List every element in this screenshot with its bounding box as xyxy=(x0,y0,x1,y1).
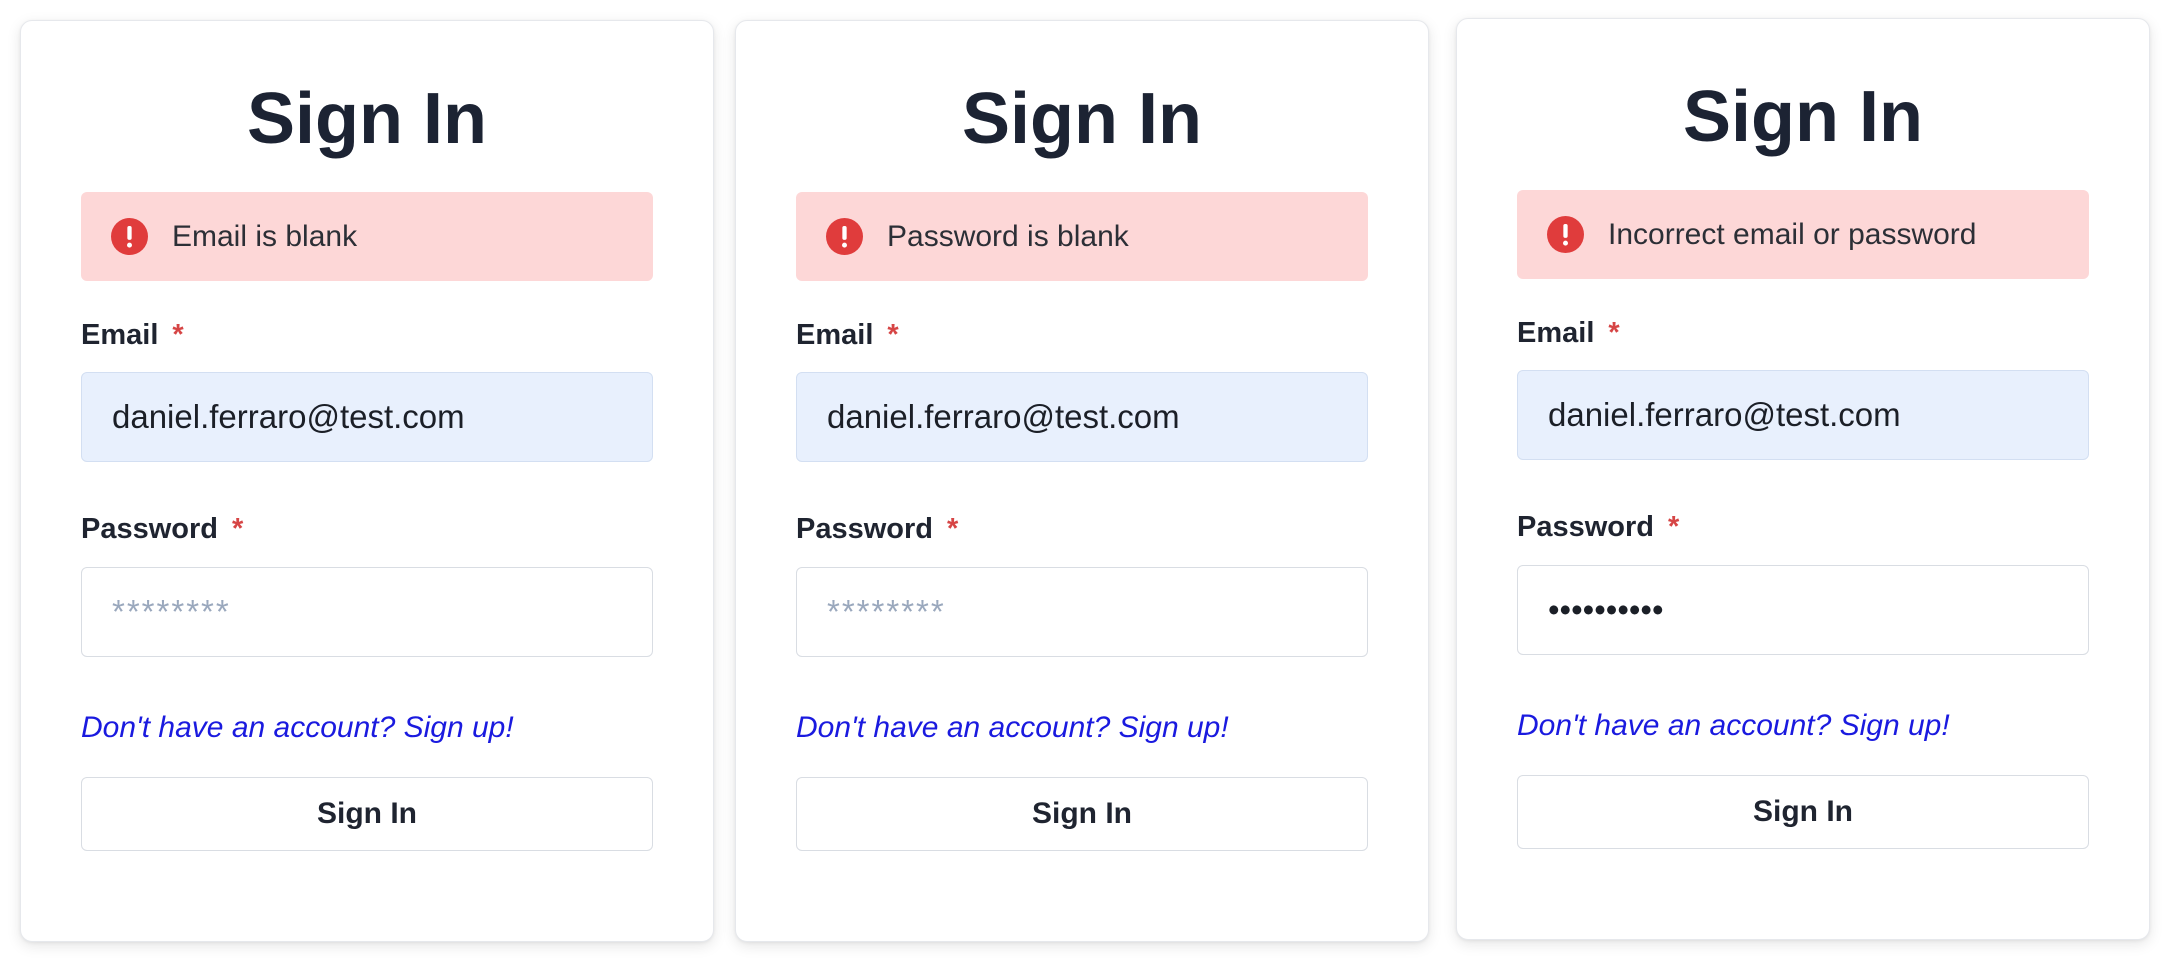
error-alert: Incorrect email or password xyxy=(1517,190,2089,279)
error-alert: Email is blank xyxy=(81,192,653,281)
exclamation-circle-icon xyxy=(1547,216,1584,253)
email-field[interactable] xyxy=(1517,370,2089,460)
password-field[interactable] xyxy=(796,567,1368,657)
error-message: Password is blank xyxy=(887,219,1129,253)
email-label: Email * xyxy=(81,319,184,352)
sign-in-form: Sign In Password is blank Email * Passwor… xyxy=(796,21,1368,941)
required-mark: * xyxy=(887,319,899,351)
sign-up-link[interactable]: Don't have an account? Sign up! xyxy=(81,711,514,745)
sign-in-button[interactable]: Sign In xyxy=(1517,775,2089,849)
sign-in-card: Sign In Password is blank Email * Passwor… xyxy=(735,20,1429,942)
required-mark: * xyxy=(232,513,244,545)
email-label: Email * xyxy=(796,319,899,352)
page-title: Sign In xyxy=(1683,77,1923,157)
sign-in-card: Sign In Email is blank Email* Password* … xyxy=(20,20,714,942)
required-mark: * xyxy=(947,513,959,545)
password-label: Password * xyxy=(81,513,243,546)
required-mark: * xyxy=(1608,317,1620,349)
password-label: Password * xyxy=(796,513,958,546)
sign-in-form: Sign In Email is blank Email* Password* … xyxy=(81,21,653,941)
sign-up-link[interactable]: Don't have an account? Sign up! xyxy=(1517,709,1950,743)
password-label-text: Password xyxy=(1517,511,1654,543)
email-label-text: Email xyxy=(81,319,159,351)
exclamation-circle-icon xyxy=(826,218,863,255)
password-label-text: Password xyxy=(81,513,218,545)
password-field[interactable] xyxy=(81,567,653,657)
sign-in-button[interactable]: Sign In xyxy=(81,777,653,851)
page-title: Sign In xyxy=(962,79,1202,159)
sign-in-card: Sign In Incorrect email or password Emai… xyxy=(1456,18,2150,940)
sign-up-link[interactable]: Don't have an account? Sign up! xyxy=(796,711,1229,745)
email-field[interactable] xyxy=(796,372,1368,462)
sign-in-form: Sign In Incorrect email or password Emai… xyxy=(1517,19,2089,939)
error-message: Email is blank xyxy=(172,219,358,253)
email-label: Email * xyxy=(1517,317,1620,350)
exclamation-circle-icon xyxy=(111,218,148,255)
email-field[interactable] xyxy=(81,372,653,462)
required-mark: * xyxy=(172,319,184,351)
sign-in-button[interactable]: Sign In xyxy=(796,777,1368,851)
password-label-text: Password xyxy=(796,513,933,545)
password-field[interactable] xyxy=(1517,565,2089,655)
page-title: Sign In xyxy=(247,79,487,159)
password-label: Password * xyxy=(1517,511,1679,544)
email-label-text: Email xyxy=(1517,317,1595,349)
error-message: Incorrect email or password xyxy=(1608,217,1977,251)
error-alert: Password is blank xyxy=(796,192,1368,281)
email-label-text: Email xyxy=(796,319,874,351)
required-mark: * xyxy=(1668,511,1680,543)
